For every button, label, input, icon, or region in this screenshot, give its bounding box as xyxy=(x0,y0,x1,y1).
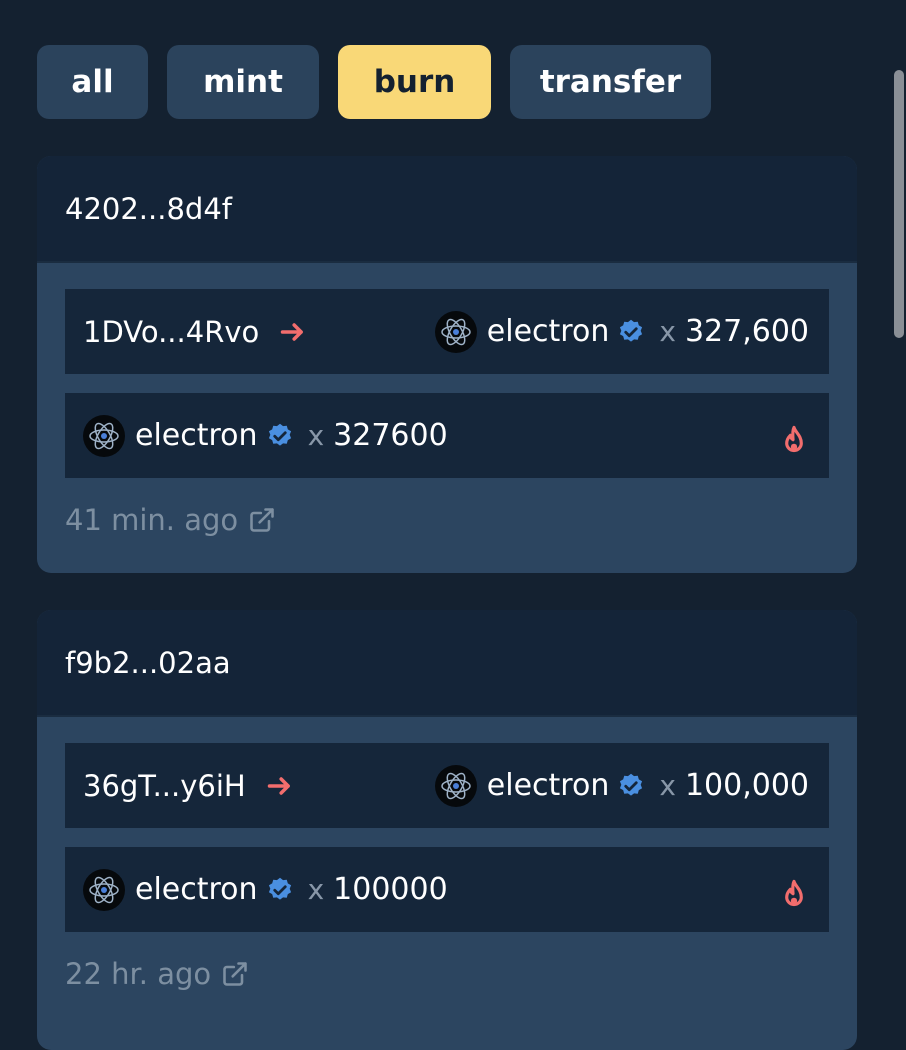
from-address[interactable]: 1DVo...4Rvo xyxy=(83,315,259,349)
timestamp-link[interactable]: 22 hr. ago xyxy=(65,957,249,991)
electron-token-icon xyxy=(83,868,125,911)
burn-amount: 327600 xyxy=(333,418,448,453)
burn-amount: 100000 xyxy=(333,872,448,907)
token-name[interactable]: electron xyxy=(487,768,610,803)
filter-burn-button[interactable]: burn xyxy=(338,45,491,119)
timestamp-link[interactable]: 41 min. ago xyxy=(65,503,276,537)
times-sign: x xyxy=(307,873,325,906)
token-amount: 327,600 xyxy=(684,314,809,349)
external-link-icon[interactable] xyxy=(221,960,249,988)
transaction-hash-text: 4202...8d4f xyxy=(65,191,232,226)
transfer-row: 36gT...y6iH electron x 100,000 xyxy=(65,743,829,828)
burn-row: electron x 327600 xyxy=(65,393,829,478)
electron-token-icon xyxy=(434,310,477,353)
fire-icon xyxy=(785,879,803,907)
electron-token-icon xyxy=(434,764,477,807)
verified-badge-icon xyxy=(620,319,643,342)
from-address[interactable]: 36gT...y6iH xyxy=(83,769,246,803)
transaction-hash[interactable]: 4202...8d4f xyxy=(37,156,857,263)
transfer-row: 1DVo...4Rvo electron x 327,600 xyxy=(65,289,829,374)
times-sign: x xyxy=(659,315,676,348)
token-amount: 100,000 xyxy=(684,768,809,803)
verified-badge-icon xyxy=(620,773,643,796)
arrow-right-icon xyxy=(281,322,304,341)
arrow-right-icon xyxy=(267,776,290,795)
external-link-icon[interactable] xyxy=(248,506,276,534)
fire-icon xyxy=(785,425,803,453)
filter-all-button[interactable]: all xyxy=(37,45,148,119)
transaction-card: f9b2...02aa 36gT...y6iH electron x 100,0… xyxy=(37,610,857,1050)
token-name[interactable]: electron xyxy=(487,314,610,349)
times-sign: x xyxy=(307,419,325,452)
burn-row: electron x 100000 xyxy=(65,847,829,932)
times-sign: x xyxy=(659,769,676,802)
token-name[interactable]: electron xyxy=(135,872,258,907)
verified-badge-icon xyxy=(268,877,291,900)
transaction-hash[interactable]: f9b2...02aa xyxy=(37,610,857,717)
scrollbar[interactable] xyxy=(894,70,904,338)
filter-transfer-button[interactable]: transfer xyxy=(510,45,711,119)
filter-tabs: all mint burn transfer xyxy=(37,45,711,119)
timestamp: 22 hr. ago xyxy=(65,957,212,991)
verified-badge-icon xyxy=(268,423,291,446)
transaction-card: 4202...8d4f 1DVo...4Rvo electron x 327,6… xyxy=(37,156,857,573)
token-name[interactable]: electron xyxy=(135,418,258,453)
transaction-hash-text: f9b2...02aa xyxy=(65,645,231,680)
filter-mint-button[interactable]: mint xyxy=(167,45,319,119)
electron-token-icon xyxy=(83,414,125,457)
timestamp: 41 min. ago xyxy=(65,503,239,537)
